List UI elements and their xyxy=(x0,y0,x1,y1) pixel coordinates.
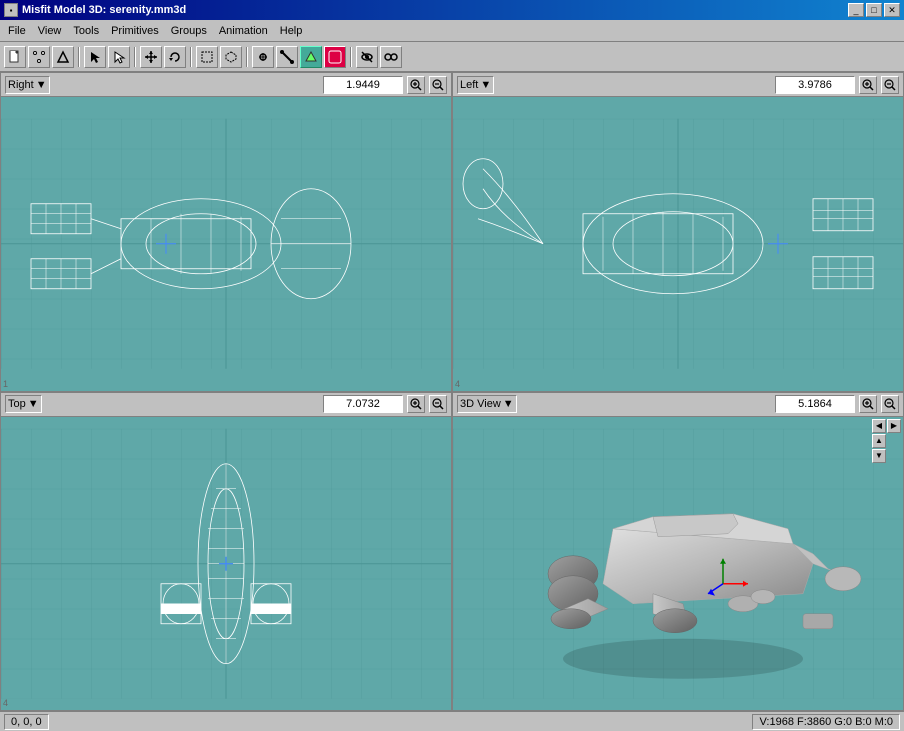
view-name-top: Top xyxy=(8,398,26,410)
viewport-3d-canvas[interactable]: ◀ ▶ ▲ ▼ xyxy=(453,417,903,711)
menu-file[interactable]: File xyxy=(2,23,32,39)
toolbar-poly[interactable] xyxy=(220,46,242,68)
scroll-up-button[interactable]: ▲ xyxy=(872,434,886,448)
toolbar xyxy=(0,42,904,72)
title-bar: ▪ Misfit Model 3D: serenity.mm3d _ □ ✕ xyxy=(0,0,904,20)
view-name-3d: 3D View xyxy=(460,398,501,410)
menu-primitives[interactable]: Primitives xyxy=(105,23,165,39)
status-coords: 0, 0, 0 xyxy=(4,714,49,730)
zoom-input-right[interactable] xyxy=(323,76,403,94)
menu-help[interactable]: Help xyxy=(274,23,309,39)
toolbar-separator-1 xyxy=(78,47,80,67)
zoom-input-left[interactable] xyxy=(775,76,855,94)
scroll-left-button[interactable]: ◀ xyxy=(872,419,886,433)
view-select-left[interactable]: Left ▼ xyxy=(457,76,494,94)
toolbar-btn-5[interactable] xyxy=(108,46,130,68)
viewport-corner-label-4: 4 xyxy=(455,379,460,389)
viewport-corner-label-2: 4 xyxy=(3,698,8,708)
title-controls[interactable]: _ □ ✕ xyxy=(848,3,900,17)
viewport-right-header: Right ▼ xyxy=(1,73,451,97)
toolbar-btn-3[interactable] xyxy=(52,46,74,68)
toolbar-btn-2[interactable] xyxy=(28,46,50,68)
toolbar-sphere[interactable] xyxy=(324,46,346,68)
viewport-left-canvas[interactable]: 4 xyxy=(453,97,903,391)
viewport-3d-header: 3D View ▼ xyxy=(453,393,903,417)
zoom-input-top[interactable] xyxy=(323,395,403,413)
dropdown-arrow-left: ▼ xyxy=(480,79,491,91)
toolbar-edge[interactable] xyxy=(276,46,298,68)
window-title: Misfit Model 3D: serenity.mm3d xyxy=(22,4,186,16)
toolbar-btn-4[interactable] xyxy=(84,46,106,68)
dropdown-arrow-top: ▼ xyxy=(28,398,39,410)
zoom-in-right[interactable] xyxy=(407,76,425,94)
toolbar-separator-5 xyxy=(350,47,352,67)
menu-view[interactable]: View xyxy=(32,23,68,39)
zoom-in-left[interactable] xyxy=(859,76,877,94)
zoom-input-3d[interactable] xyxy=(775,395,855,413)
view-name-left: Left xyxy=(460,79,478,91)
toolbar-face[interactable] xyxy=(300,46,322,68)
viewport-row-top: Right ▼ xyxy=(0,72,904,392)
status-stats: V:1968 F:3860 G:0 B:0 M:0 xyxy=(752,714,900,730)
zoom-in-top[interactable] xyxy=(407,395,425,413)
dropdown-arrow-right: ▼ xyxy=(36,79,47,91)
view-select-3d[interactable]: 3D View ▼ xyxy=(457,395,517,413)
menu-tools[interactable]: Tools xyxy=(67,23,105,39)
zoom-in-3d[interactable] xyxy=(859,395,877,413)
scroll-right-button[interactable]: ▶ xyxy=(887,419,901,433)
viewport-top: Top ▼ xyxy=(0,392,452,712)
viewport-top-canvas[interactable]: 4 xyxy=(1,417,451,711)
viewport-top-header: Top ▼ xyxy=(1,393,451,417)
view-name-right: Right xyxy=(8,79,34,91)
main-viewport-area: Right ▼ xyxy=(0,72,904,711)
viewport-left-header: Left ▼ xyxy=(453,73,903,97)
dropdown-arrow-3d: ▼ xyxy=(503,398,514,410)
viewport-right-canvas[interactable]: 1 xyxy=(1,97,451,391)
toolbar-rotate[interactable] xyxy=(164,46,186,68)
toolbar-vertex[interactable] xyxy=(252,46,274,68)
menu-groups[interactable]: Groups xyxy=(165,23,213,39)
3d-scroll-buttons: ◀ ▶ ▲ ▼ xyxy=(872,419,901,463)
zoom-out-left[interactable] xyxy=(881,76,899,94)
zoom-out-3d[interactable] xyxy=(881,395,899,413)
viewport-3d: 3D View ▼ xyxy=(452,392,904,712)
viewport-right: Right ▼ xyxy=(0,72,452,392)
toolbar-separator-2 xyxy=(134,47,136,67)
toolbar-separator-3 xyxy=(190,47,192,67)
toolbar-hide[interactable] xyxy=(356,46,378,68)
view-select-right[interactable]: Right ▼ xyxy=(5,76,50,94)
minimize-button[interactable]: _ xyxy=(848,3,864,17)
toolbar-separator-4 xyxy=(246,47,248,67)
close-button[interactable]: ✕ xyxy=(884,3,900,17)
viewport-corner-label-1: 1 xyxy=(3,379,8,389)
menu-animation[interactable]: Animation xyxy=(213,23,274,39)
toolbar-btn-1[interactable] xyxy=(4,46,26,68)
toolbar-box[interactable] xyxy=(196,46,218,68)
zoom-out-right[interactable] xyxy=(429,76,447,94)
menu-bar: File View Tools Primitives Groups Animat… xyxy=(0,20,904,42)
app-icon: ▪ xyxy=(4,3,18,17)
zoom-out-top[interactable] xyxy=(429,395,447,413)
scroll-down-button[interactable]: ▼ xyxy=(872,449,886,463)
viewport-row-bottom: Top ▼ xyxy=(0,392,904,712)
maximize-button[interactable]: □ xyxy=(866,3,882,17)
toolbar-move[interactable] xyxy=(140,46,162,68)
title-bar-left: ▪ Misfit Model 3D: serenity.mm3d xyxy=(4,3,186,17)
view-select-top[interactable]: Top ▼ xyxy=(5,395,42,413)
toolbar-weld[interactable] xyxy=(380,46,402,68)
status-bar: 0, 0, 0 V:1968 F:3860 G:0 B:0 M:0 xyxy=(0,711,904,731)
viewport-left: Left ▼ xyxy=(452,72,904,392)
